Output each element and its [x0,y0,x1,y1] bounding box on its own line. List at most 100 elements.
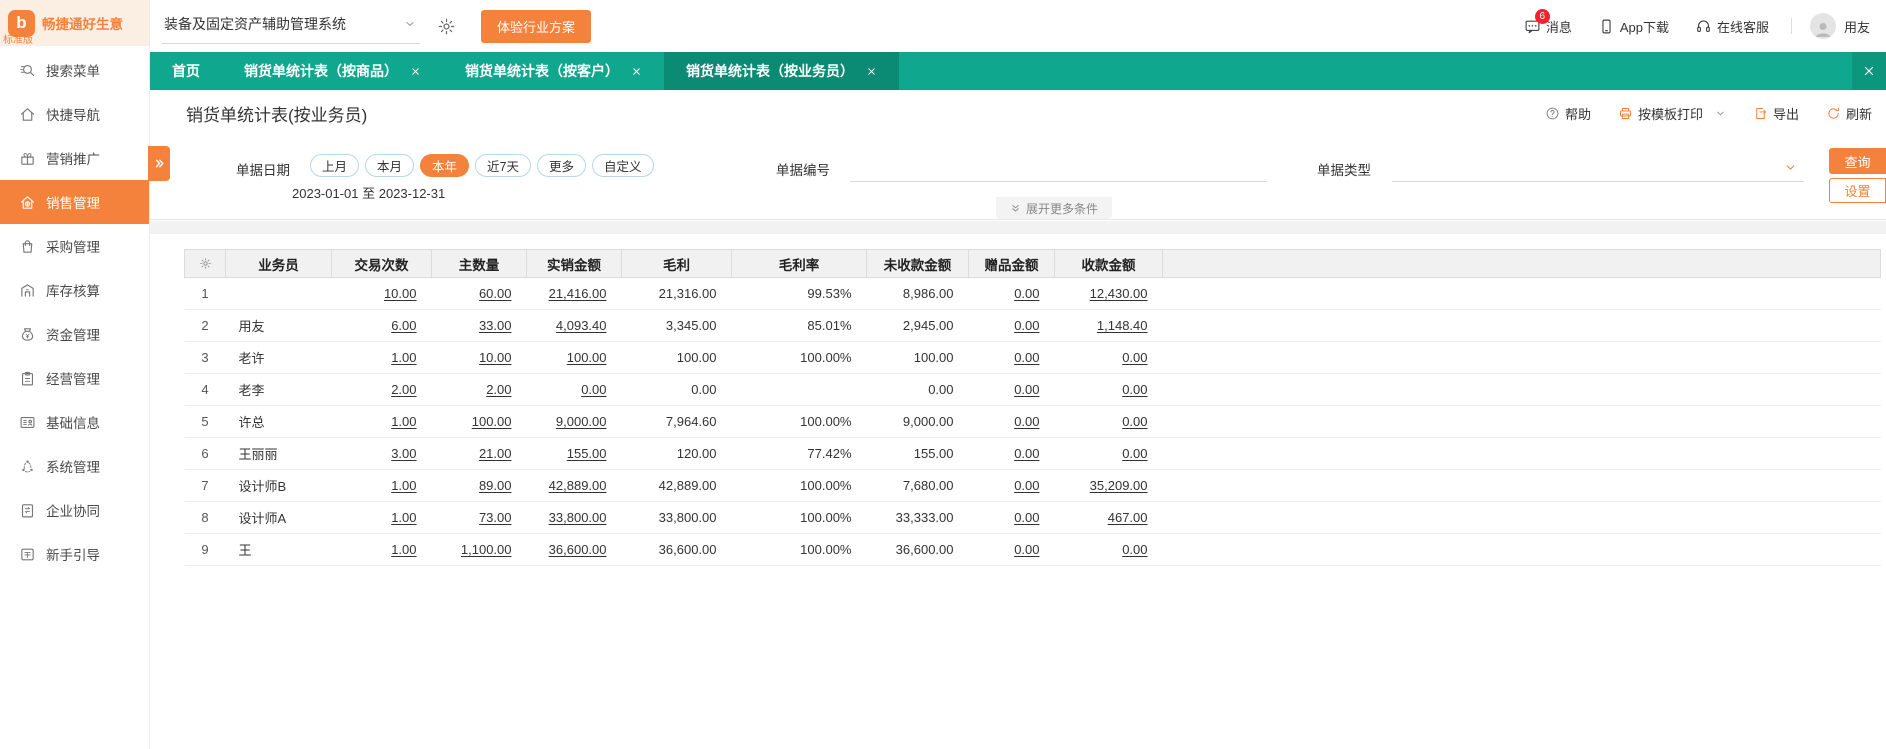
drill-link-value[interactable]: 100.00 [431,405,527,438]
drill-link-value[interactable]: 0.00 [968,277,1055,310]
sidebar-item-inventory[interactable]: 库存核算 [0,268,149,312]
close-all-tabs-button[interactable] [1852,52,1886,90]
column-header[interactable]: 交易次数 [331,249,432,278]
help-button[interactable]: 帮助 [1545,104,1591,123]
system-select[interactable]: 装备及固定资产辅助管理系统 [162,9,420,44]
sidebar-item-system[interactable]: 系统管理 [0,444,149,488]
close-icon[interactable] [866,66,877,77]
drill-link-value[interactable]: 0.00 [1054,373,1163,406]
sidebar-item-search[interactable]: 搜索菜单 [0,48,149,92]
online-service-button[interactable]: 在线客服 [1695,17,1769,36]
drill-link-value[interactable]: 0.00 [1054,405,1163,438]
drill-link-value[interactable]: 1.00 [331,341,432,374]
gear-icon[interactable] [437,17,456,36]
column-header[interactable]: 未收款金额 [866,249,969,278]
export-button[interactable]: 导出 [1753,104,1799,123]
tab-1[interactable]: 销货单统计表（按商品） [222,52,443,90]
column-header[interactable]: 毛利 [621,249,732,278]
drill-link-value[interactable]: 36,600.00 [526,533,622,566]
drill-link-value[interactable]: 33.00 [431,309,527,342]
drill-link-value[interactable]: 0.00 [1054,437,1163,470]
date-pill-2[interactable]: 本年 [420,154,470,177]
messages-button[interactable]: 消息 6 [1524,8,1572,36]
close-icon[interactable] [631,66,642,77]
search-button[interactable]: 查询 [1829,148,1886,174]
drill-link-value[interactable]: 10.00 [331,277,432,310]
drill-link-value[interactable]: 0.00 [968,309,1055,342]
drill-link-value[interactable]: 21.00 [431,437,527,470]
column-header[interactable]: 收款金额 [1054,249,1163,278]
drill-link-value[interactable]: 1.00 [331,469,432,502]
drill-link-value[interactable]: 4,093.40 [526,309,622,342]
drill-link-value[interactable]: 1,148.40 [1054,309,1163,342]
sidebar-item-master-data[interactable]: 基础信息 [0,400,149,444]
drill-link-value[interactable]: 0.00 [1054,341,1163,374]
drill-link-value[interactable]: 73.00 [431,501,527,534]
drill-link-value[interactable]: 12,430.00 [1054,277,1163,310]
drill-link-value[interactable]: 0.00 [526,373,622,406]
print-by-template-button[interactable]: 按模板打印 [1618,104,1726,123]
date-range-value[interactable]: 2023-01-01 至 2023-12-31 [292,183,445,202]
chevron-down-icon[interactable] [1715,108,1726,119]
drill-link-value[interactable]: 100.00 [526,341,622,374]
drill-link-value[interactable]: 33,800.00 [526,501,622,534]
drill-link-value[interactable]: 60.00 [431,277,527,310]
date-pill-1[interactable]: 本月 [365,154,415,177]
drill-link-value[interactable]: 0.00 [1054,533,1163,566]
doc-type-chevron-down-icon[interactable] [1784,161,1797,174]
collapse-filter-button[interactable] [148,146,170,181]
drill-link-value[interactable]: 1.00 [331,405,432,438]
drill-link-value[interactable]: 35,209.00 [1054,469,1163,502]
doc-no-input[interactable] [850,153,1271,183]
expand-more-conditions[interactable]: 展开更多条件 [996,197,1112,219]
sidebar-item-purchase[interactable]: 采购管理 [0,224,149,268]
drill-link-value[interactable]: 1.00 [331,501,432,534]
drill-link-value[interactable]: 0.00 [968,469,1055,502]
drill-link-value[interactable]: 155.00 [526,437,622,470]
drill-link-value[interactable]: 2.00 [331,373,432,406]
column-header[interactable]: 主数量 [431,249,527,278]
date-pill-0[interactable]: 上月 [310,154,360,177]
drill-link-value[interactable]: 0.00 [968,533,1055,566]
username[interactable]: 用友 [1844,17,1870,36]
sidebar-item-funds[interactable]: 资金管理 [0,312,149,356]
date-pill-3[interactable]: 近7天 [475,154,531,177]
close-icon[interactable] [410,66,421,77]
sidebar-item-marketing[interactable]: 营销推广 [0,136,149,180]
date-pill-5[interactable]: 自定义 [592,154,654,177]
drill-link-value[interactable]: 0.00 [968,341,1055,374]
settings-button[interactable]: 设置 [1829,178,1886,203]
drill-link-value[interactable]: 467.00 [1054,501,1163,534]
drill-link-value[interactable]: 1.00 [331,533,432,566]
drill-link-value[interactable]: 1,100.00 [431,533,527,566]
doc-type-select[interactable] [1392,153,1808,183]
date-pill-4[interactable]: 更多 [537,154,587,177]
app-download-button[interactable]: App下载 [1598,17,1669,36]
drill-link-value[interactable]: 9,000.00 [526,405,622,438]
avatar[interactable] [1809,13,1836,39]
drill-link-value[interactable]: 3.00 [331,437,432,470]
trial-plan-button[interactable]: 体验行业方案 [481,9,592,43]
column-header[interactable]: 实销金额 [526,249,622,278]
refresh-button[interactable]: 刷新 [1826,104,1872,123]
sidebar-item-sales[interactable]: 销售管理 [0,180,149,224]
tab-0[interactable]: 首页 [150,52,222,90]
tab-3[interactable]: 销货单统计表（按业务员） [664,52,899,90]
drill-link-value[interactable]: 0.00 [968,405,1055,438]
drill-link-value[interactable]: 42,889.00 [526,469,622,502]
sidebar-item-guide[interactable]: 新手引导 [0,532,149,576]
drill-link-value[interactable]: 10.00 [431,341,527,374]
drill-link-value[interactable]: 6.00 [331,309,432,342]
drill-link-value[interactable]: 0.00 [968,437,1055,470]
tab-2[interactable]: 销货单统计表（按客户） [443,52,664,90]
sidebar-item-operations[interactable]: 经营管理 [0,356,149,400]
drill-link-value[interactable]: 2.00 [431,373,527,406]
column-header[interactable]: 赠品金额 [968,249,1055,278]
column-header[interactable]: 毛利率 [731,249,867,278]
sidebar-item-quick-nav[interactable]: 快捷导航 [0,92,149,136]
table-settings-cell[interactable] [184,249,226,278]
drill-link-value[interactable]: 0.00 [968,501,1055,534]
drill-link-value[interactable]: 0.00 [968,373,1055,406]
column-header[interactable]: 业务员 [225,249,332,278]
drill-link-value[interactable]: 89.00 [431,469,527,502]
